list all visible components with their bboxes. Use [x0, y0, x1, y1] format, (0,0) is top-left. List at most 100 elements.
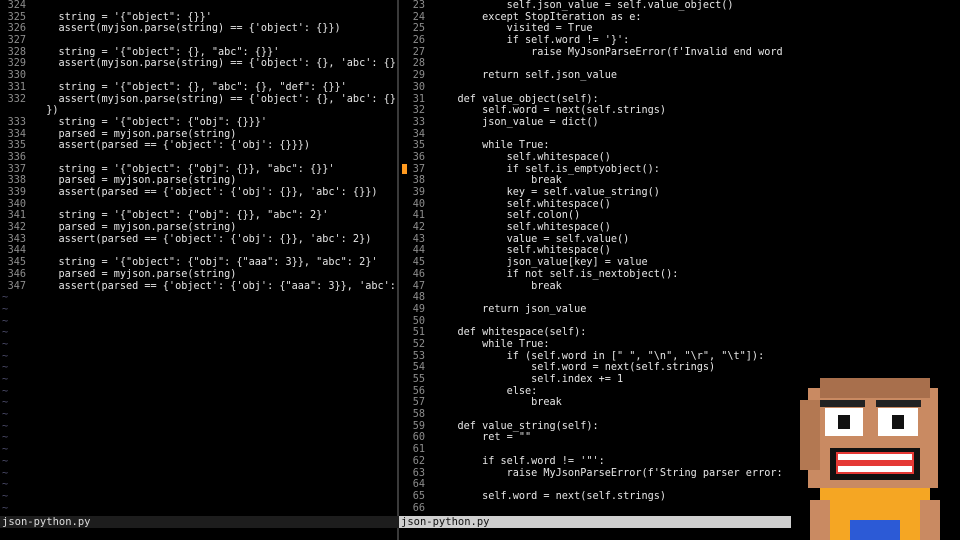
code-line[interactable]: 39 key = self.value_string() — [399, 187, 789, 199]
code-text: if (self.word in [" ", "\n", "\r", "\t"]… — [433, 350, 765, 362]
code-line[interactable]: 32 self.word = next(self.strings) — [399, 105, 789, 117]
code-line[interactable]: 49 return json_value — [399, 304, 789, 316]
code-line[interactable]: 347 assert(parsed == {'object': {'obj': … — [0, 281, 397, 293]
code-line[interactable]: 40 self.whitespace() — [399, 199, 789, 211]
code-line[interactable]: 37 if self.is_emptyobject(): — [399, 163, 789, 176]
code-line[interactable]: 330 — [0, 70, 397, 82]
code-line[interactable]: 31 def value_object(self): — [399, 94, 789, 106]
code-line[interactable]: 25 visited = True — [399, 23, 789, 35]
code-line[interactable]: 344 — [0, 245, 397, 257]
code-line[interactable]: 62 if self.word != '"': — [399, 456, 789, 468]
code-line[interactable]: 332 assert(myjson.parse(string) == {'obj… — [0, 94, 397, 106]
code-line[interactable]: }) — [0, 105, 397, 117]
code-line[interactable]: 343 assert(parsed == {'object': {'obj': … — [0, 234, 397, 246]
code-line[interactable]: 23 self.json_value = self.value_object() — [399, 0, 789, 12]
code-line[interactable]: 64 — [399, 479, 789, 491]
line-number: 32 — [412, 105, 425, 117]
code-line[interactable]: 50 — [399, 316, 789, 328]
code-text: if self.word != '}': — [433, 35, 630, 47]
code-line[interactable]: 61 — [399, 444, 789, 456]
code-line[interactable]: 333 string = '{"object": {"obj": {}}}' — [0, 117, 397, 129]
code-line[interactable]: 346 parsed = myjson.parse(string) — [0, 269, 397, 281]
right-editor-pane[interactable]: 23 self.json_value = self.value_object()… — [399, 0, 789, 516]
code-line[interactable]: 48 — [399, 292, 789, 304]
code-line[interactable]: 345 string = '{"object": {"obj": {"aaa":… — [0, 257, 397, 269]
line-number: 38 — [412, 175, 425, 187]
code-text: assert(parsed == {'object': {'obj': {}},… — [34, 187, 378, 198]
code-line[interactable]: 66 — [399, 503, 789, 515]
code-line[interactable]: 27 raise MyJsonParseError(f'Invalid end … — [399, 47, 789, 59]
code-line[interactable]: 43 value = self.value() — [399, 234, 789, 246]
line-number: 333 — [7, 116, 26, 128]
code-line[interactable]: 36 self.whitespace() — [399, 152, 789, 164]
left-filename: json-python.py — [2, 516, 91, 528]
code-line[interactable]: 338 parsed = myjson.parse(string) — [0, 175, 397, 187]
line-number: 44 — [412, 245, 425, 257]
code-line[interactable]: 54 self.word = next(self.strings) — [399, 362, 789, 374]
line-number: 55 — [412, 374, 425, 385]
code-line[interactable]: 33 json_value = dict() — [399, 117, 789, 129]
code-line[interactable]: 42 self.whitespace() — [399, 222, 789, 234]
code-line[interactable]: 342 parsed = myjson.parse(string) — [0, 222, 397, 234]
code-line[interactable]: 51 def whitespace(self): — [399, 327, 789, 339]
line-number: 338 — [7, 175, 26, 187]
code-line[interactable]: 26 if self.word != '}': — [399, 35, 789, 47]
code-line[interactable]: 56 else: — [399, 386, 789, 398]
code-line[interactable]: 335 assert(parsed == {'object': {'obj': … — [0, 140, 397, 152]
code-line[interactable]: 35 while True: — [399, 140, 789, 152]
empty-buffer-line: ~ — [2, 432, 9, 444]
code-line[interactable]: 329 assert(myjson.parse(string) == {'obj… — [0, 58, 397, 70]
code-text: string = '{"object": {"obj": {}}}' — [34, 116, 268, 128]
code-line[interactable]: 339 assert(parsed == {'object': {'obj': … — [0, 187, 397, 199]
code-line[interactable]: 65 self.word = next(self.strings) — [399, 491, 789, 503]
code-line[interactable]: 325 string = '{"object": {}}' — [0, 12, 397, 24]
code-line[interactable]: 336 — [0, 152, 397, 164]
code-line[interactable]: 46 if not self.is_nextobject(): — [399, 269, 789, 281]
code-line[interactable]: 24 except StopIteration as e: — [399, 12, 789, 24]
code-line[interactable]: 30 — [399, 82, 789, 94]
line-number: 340 — [7, 198, 26, 210]
code-text: json_value[key] = value — [433, 257, 648, 269]
code-line[interactable]: 337 string = '{"object": {"obj": {}}, "a… — [0, 164, 397, 176]
code-line[interactable]: 60 ret = "" — [399, 432, 789, 444]
code-line[interactable]: 341 string = '{"object": {"obj": {}}, "a… — [0, 210, 397, 222]
code-text: parsed = myjson.parse(string) — [34, 268, 237, 280]
empty-buffer-line: ~ — [2, 385, 9, 397]
line-number: 61 — [412, 444, 425, 456]
line-number: 63 — [412, 467, 425, 479]
line-number: 64 — [412, 479, 425, 491]
code-text: assert(parsed == {'object': {'obj': {}},… — [34, 233, 372, 245]
code-line[interactable]: 327 — [0, 35, 397, 47]
code-line[interactable]: 334 parsed = myjson.parse(string) — [0, 129, 397, 141]
code-line[interactable]: 63 raise MyJsonParseError(f'String parse… — [399, 468, 789, 480]
right-status-bar: json-python.py — [399, 516, 791, 528]
empty-buffer-line: ~ — [2, 467, 9, 479]
code-text: value = self.value() — [433, 233, 630, 245]
code-text: while True: — [433, 140, 550, 152]
code-text: self.index += 1 — [433, 374, 624, 385]
code-line[interactable]: 328 string = '{"object": {}, "abc": {}}' — [0, 47, 397, 59]
code-line[interactable]: 55 self.index += 1 — [399, 374, 789, 386]
code-line[interactable]: 34 — [399, 129, 789, 141]
code-line[interactable]: 28 — [399, 58, 789, 70]
code-line[interactable]: 53 if (self.word in [" ", "\n", "\r", "\… — [399, 351, 789, 363]
code-line[interactable]: 340 — [0, 199, 397, 211]
code-line[interactable]: 52 while True: — [399, 339, 789, 351]
code-line[interactable]: 45 json_value[key] = value — [399, 257, 789, 269]
code-line[interactable]: 44 self.whitespace() — [399, 245, 789, 257]
code-line[interactable]: 331 string = '{"object": {}, "abc": {}, … — [0, 82, 397, 94]
line-number: 45 — [412, 257, 425, 269]
left-editor-pane[interactable]: 324 325 string = '{"object": {}}' 326 asse… — [0, 0, 397, 516]
line-number: 36 — [412, 151, 425, 163]
code-line[interactable]: 326 assert(myjson.parse(string) == {'obj… — [0, 23, 397, 35]
line-number: 345 — [7, 257, 26, 269]
code-line[interactable]: 47 break — [399, 281, 789, 293]
code-line[interactable]: 324 — [0, 0, 397, 12]
code-line[interactable]: 29 return self.json_value — [399, 70, 789, 82]
code-line[interactable]: 58 — [399, 409, 789, 421]
code-line[interactable]: 38 break — [399, 175, 789, 187]
code-line[interactable]: 41 self.colon() — [399, 210, 789, 222]
code-line[interactable]: 57 break — [399, 397, 789, 409]
code-line[interactable]: 59 def value_string(self): — [399, 421, 789, 433]
line-number: 339 — [7, 187, 26, 198]
